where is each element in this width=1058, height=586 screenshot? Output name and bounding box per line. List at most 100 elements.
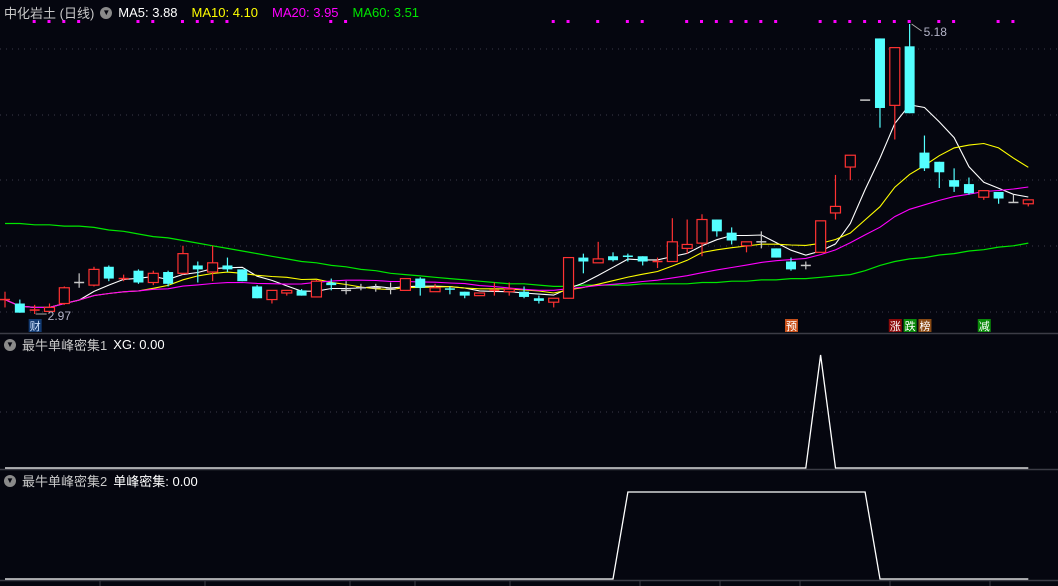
indicator2-title: 最牛单峰密集2: [22, 474, 108, 489]
candle-body: [147, 272, 159, 284]
main-panel-header: 中化岩土 (日线) ▼ MA5: 3.88 MA10: 4.10 MA20: 3…: [4, 3, 427, 22]
signal-dot: [848, 20, 852, 23]
candle-body: [949, 180, 960, 187]
event-marker-label: 预: [786, 320, 797, 333]
signal-dot: [744, 20, 748, 23]
stock-chart[interactable]: 5.18 2.97 财 预 涨跌榜 减: [0, 0, 1058, 586]
indicator2-readout: 单峰密集: 0.00: [113, 474, 198, 489]
candle-body: [459, 291, 470, 296]
candle-body: [192, 265, 203, 270]
candle-body: [133, 270, 144, 283]
high-arrow: [911, 23, 922, 32]
candle-body: [726, 232, 737, 241]
candle-body: [829, 205, 842, 214]
candle-body: [562, 256, 575, 299]
candle-body: [934, 161, 945, 173]
indicator1-title: 最牛单峰密集1: [22, 338, 108, 353]
ma5-readout: MA5: 3.88: [118, 5, 178, 20]
event-marker-label: 减: [979, 320, 990, 333]
candle-body: [415, 278, 426, 288]
candle-body: [919, 152, 930, 169]
grid-lines: [0, 48, 1058, 586]
signal-dot: [907, 20, 911, 23]
signal-dot: [774, 20, 778, 23]
signal-dot: [700, 20, 704, 23]
candle-body: [222, 265, 233, 270]
candle-body: [58, 287, 70, 305]
event-marker-label: 榜: [919, 319, 930, 333]
candle-body: [637, 256, 648, 262]
candle-body: [771, 248, 782, 258]
candle-body: [207, 262, 219, 273]
candle-body: [963, 184, 974, 194]
candle-body: [889, 47, 901, 106]
candle-body: [785, 261, 796, 270]
signal-dot: [952, 20, 956, 23]
candle-body: [578, 257, 589, 262]
signal-dot: [818, 20, 822, 23]
candle-body: [993, 191, 1004, 199]
candle-body: [815, 220, 827, 253]
candle-body: [88, 268, 100, 286]
candle-body: [978, 190, 990, 198]
low-price-label: 2.97: [48, 309, 72, 323]
candle-body: [740, 241, 753, 247]
indicator1-header: ▼ 最牛单峰密集1 XG: 0.00: [4, 335, 165, 354]
signal-dot: [714, 20, 718, 23]
signal-dot: [833, 20, 837, 23]
signal-dot: [729, 20, 733, 23]
candle-body: [473, 292, 486, 297]
candlesticks: [0, 24, 1034, 314]
event-markers: 财 预 涨跌榜 减: [28, 319, 991, 333]
candle-body: [281, 289, 293, 294]
chevron-down-icon[interactable]: ▼: [4, 338, 16, 351]
candle-body: [296, 290, 307, 296]
candle-body: [163, 272, 174, 284]
signal-dot: [759, 20, 763, 23]
candle-body: [429, 287, 441, 293]
candle-body: [681, 243, 693, 249]
ma10-readout: MA10: 4.10: [191, 5, 259, 20]
candle-body: [904, 46, 915, 114]
candle-body: [326, 282, 337, 286]
candle-body: [666, 241, 678, 263]
signal-dot: [863, 20, 867, 23]
chevron-down-icon[interactable]: ▼: [4, 474, 16, 487]
ma60-readout: MA60: 3.51: [352, 5, 420, 20]
candle-body: [874, 38, 885, 108]
indicator1-readout: XG: 0.00: [113, 337, 165, 352]
candle-body: [14, 303, 25, 313]
candle-body: [252, 286, 263, 299]
signal-dot: [685, 20, 689, 23]
event-marker-label: 涨: [890, 320, 901, 333]
candle-body: [592, 258, 604, 264]
signal-dot: [892, 20, 896, 23]
signal-dot: [566, 20, 570, 23]
signal-dot: [937, 20, 941, 23]
chevron-down-icon[interactable]: ▼: [100, 6, 113, 19]
high-price-label: 5.18: [924, 25, 948, 39]
event-marker-label: 财: [30, 319, 41, 333]
candle-body: [696, 218, 708, 244]
candle-body: [711, 219, 722, 232]
ma20-readout: MA20: 3.95: [272, 5, 339, 20]
candle-body: [310, 280, 323, 298]
candle-body: [548, 297, 560, 303]
signal-dot: [640, 20, 644, 23]
candle-body: [399, 277, 412, 291]
signal-dot: [551, 20, 555, 23]
signal-dot: [996, 20, 1000, 23]
candle-body: [844, 154, 856, 168]
candle-body: [266, 289, 278, 301]
indicator-lines: [5, 354, 1029, 580]
event-marker-label: 跌: [905, 319, 916, 333]
candle-body: [519, 291, 530, 297]
candle-body: [177, 253, 189, 274]
stock-title: 中化岩土 (日线): [4, 6, 95, 21]
candle-body: [237, 269, 248, 282]
signal-dot: [877, 20, 881, 23]
indicator2-header: ▼ 最牛单峰密集2 单峰密集: 0.00: [4, 471, 198, 490]
signal-dot: [625, 20, 629, 23]
signal-dot: [1011, 20, 1015, 23]
candle-body: [608, 256, 619, 261]
